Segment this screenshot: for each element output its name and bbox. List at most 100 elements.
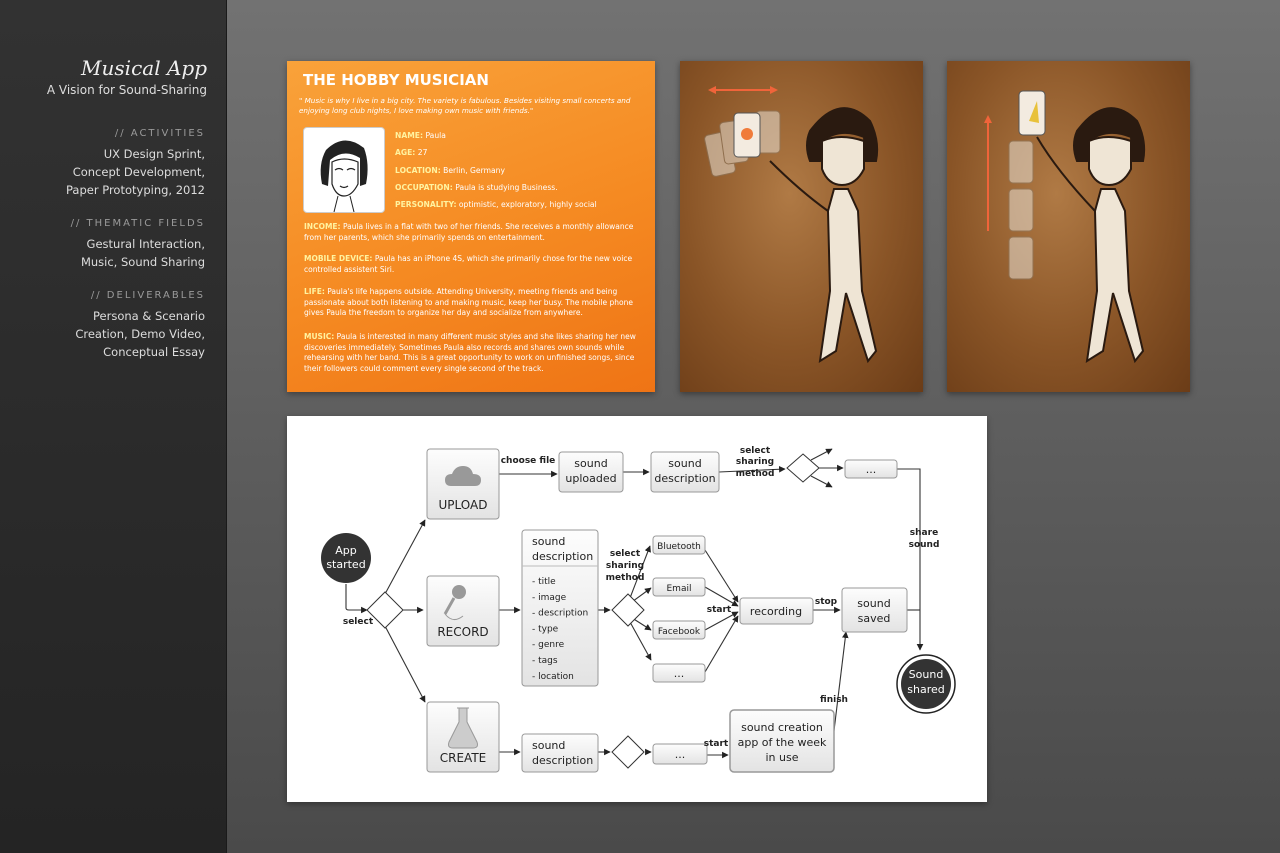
description-item: - description: [532, 609, 588, 619]
svg-text:saved: saved: [858, 612, 891, 625]
description-item: - location: [532, 672, 574, 682]
persona-avatar: [303, 127, 385, 213]
share-option-bluetooth: Bluetooth: [652, 535, 706, 555]
fact-age: AGE: 27: [395, 148, 428, 158]
share-option-facebook: Facebook: [652, 620, 706, 640]
create-step: CREATE: [426, 701, 500, 773]
start-label: start: [704, 739, 729, 749]
section-heading: // ACTIVITIES: [114, 128, 205, 139]
section-line: Gestural Interaction,: [86, 237, 205, 251]
thematic-fields-section: // THEMATIC FIELDS Gestural Interaction,…: [5, 218, 205, 271]
finish-label: finish: [820, 695, 848, 705]
description-item: - tags: [532, 656, 558, 666]
fact-name: NAME: Paula: [395, 131, 446, 140]
sound-uploaded-node: sound uploaded: [558, 451, 624, 493]
section-line: Concept Development,: [72, 165, 205, 179]
svg-text:description: description: [654, 472, 715, 485]
svg-text:Facebook: Facebook: [658, 627, 701, 637]
select-label: select: [343, 617, 374, 627]
select-sharing-method-label: select sharing method: [736, 446, 775, 479]
sound-creation-app-node: sound creation app of the week in use: [729, 709, 835, 773]
paragraph-music: MUSIC: Paula is interested in many diffe…: [304, 332, 636, 374]
activities-section: // ACTIVITIES UX Design Sprint, Concept …: [5, 128, 205, 199]
section-line: Paper Prototyping, 2012: [66, 183, 205, 197]
section-line: Creation, Demo Video,: [75, 327, 205, 341]
svg-text:sound: sound: [909, 540, 940, 550]
app-started-node: App started: [321, 533, 371, 583]
paper-prototype-photo-swipe-horizontal[interactable]: [680, 61, 923, 392]
svg-text:...: ...: [866, 463, 877, 476]
recording-node: recording: [739, 597, 814, 625]
svg-text:sound: sound: [668, 457, 701, 470]
paragraph-life: LIFE: Paula's life happens outside. Atte…: [304, 287, 633, 318]
decision-diamond: [611, 593, 645, 627]
phone-prototype-icon: [1018, 90, 1046, 136]
svg-text:Bluetooth: Bluetooth: [657, 542, 701, 552]
persona-card[interactable]: THE HOBBY MUSICIAN " Music is why I live…: [287, 61, 655, 392]
svg-text:sharing: sharing: [606, 561, 644, 571]
up-arrow-icon: [984, 115, 992, 231]
svg-text:...: ...: [675, 748, 686, 761]
paragraph-mobile-device: MOBILE DEVICE: Paula has an iPhone 4S, w…: [304, 254, 633, 274]
paper-prototype-photo-swipe-vertical[interactable]: [947, 61, 1190, 392]
persona-title: THE HOBBY MUSICIAN: [303, 71, 489, 89]
stop-label: stop: [815, 597, 838, 607]
svg-text:sound creation: sound creation: [741, 721, 823, 734]
svg-text:Sound: Sound: [909, 668, 944, 681]
description-item: - title: [532, 577, 556, 587]
upload-step: UPLOAD: [426, 448, 500, 520]
description-item: - genre: [532, 640, 565, 650]
section-heading: // THEMATIC FIELDS: [70, 218, 205, 229]
svg-text:method: method: [736, 469, 775, 479]
svg-text:Email: Email: [667, 584, 692, 594]
section-line: Persona & Scenario: [93, 309, 205, 323]
svg-text:UPLOAD: UPLOAD: [439, 498, 488, 512]
share-option-email: Email: [652, 577, 706, 597]
svg-text:sound: sound: [857, 597, 890, 610]
svg-text:sound: sound: [532, 535, 565, 548]
site-subtitle: A Vision for Sound-Sharing: [46, 83, 207, 97]
svg-text:sharing: sharing: [736, 457, 774, 467]
double-arrow-icon: [708, 86, 778, 94]
svg-text:recording: recording: [750, 605, 802, 618]
svg-text:description: description: [532, 550, 593, 563]
svg-text:sound: sound: [574, 457, 607, 470]
svg-text:started: started: [326, 558, 365, 571]
svg-text:method: method: [606, 573, 645, 583]
description-item: - image: [532, 593, 567, 603]
create-more-node: ...: [652, 743, 708, 765]
persona-facts: NAME: Paula AGE: 27 LOCATION: Berlin, Ge…: [395, 127, 597, 213]
sidebar: Musical App A Vision for Sound-Sharing /…: [0, 0, 227, 853]
fact-occupation: OCCUPATION: Paula is studying Business.: [395, 182, 558, 192]
svg-text:description: description: [532, 754, 593, 767]
deliverables-section: // DELIVERABLES Persona & Scenario Creat…: [5, 290, 205, 361]
svg-text:share: share: [910, 528, 938, 538]
persona-quote: " Music is why I live in a big city. The…: [299, 96, 631, 115]
section-line: Music, Sound Sharing: [80, 255, 205, 269]
svg-text:...: ...: [674, 667, 685, 680]
share-sound-label: share sound: [909, 528, 940, 550]
svg-text:uploaded: uploaded: [565, 472, 616, 485]
svg-text:App: App: [335, 544, 357, 557]
share-option-more: ...: [652, 663, 706, 683]
decision-diamond: [611, 735, 645, 769]
sound-shared-node: Sound shared: [896, 654, 956, 714]
record-step: RECORD: [426, 575, 500, 647]
more-options-node: ...: [844, 459, 898, 479]
start-label: start: [707, 605, 732, 615]
description-item: - type: [532, 624, 559, 634]
paragraph-income: INCOME: Paula lives in a flat with two o…: [304, 222, 634, 242]
site-title[interactable]: Musical App: [81, 56, 207, 80]
sound-description-create-node: sound description: [521, 733, 599, 773]
fact-personality: PERSONALITY: optimistic, exploratory, hi…: [395, 200, 597, 210]
phone-prototype-icon: [733, 112, 761, 158]
svg-text:sound: sound: [532, 739, 565, 752]
select-sharing-method-label: select sharing method: [606, 549, 645, 583]
svg-text:shared: shared: [907, 683, 944, 696]
svg-text:select: select: [610, 549, 641, 559]
section-line: UX Design Sprint,: [103, 147, 205, 161]
interaction-flow-diagram: App started select UPLOAD choose file so…: [287, 416, 987, 802]
fact-location: LOCATION: Berlin, Germany: [395, 165, 505, 175]
svg-text:select: select: [740, 446, 771, 456]
svg-text:CREATE: CREATE: [440, 751, 487, 765]
